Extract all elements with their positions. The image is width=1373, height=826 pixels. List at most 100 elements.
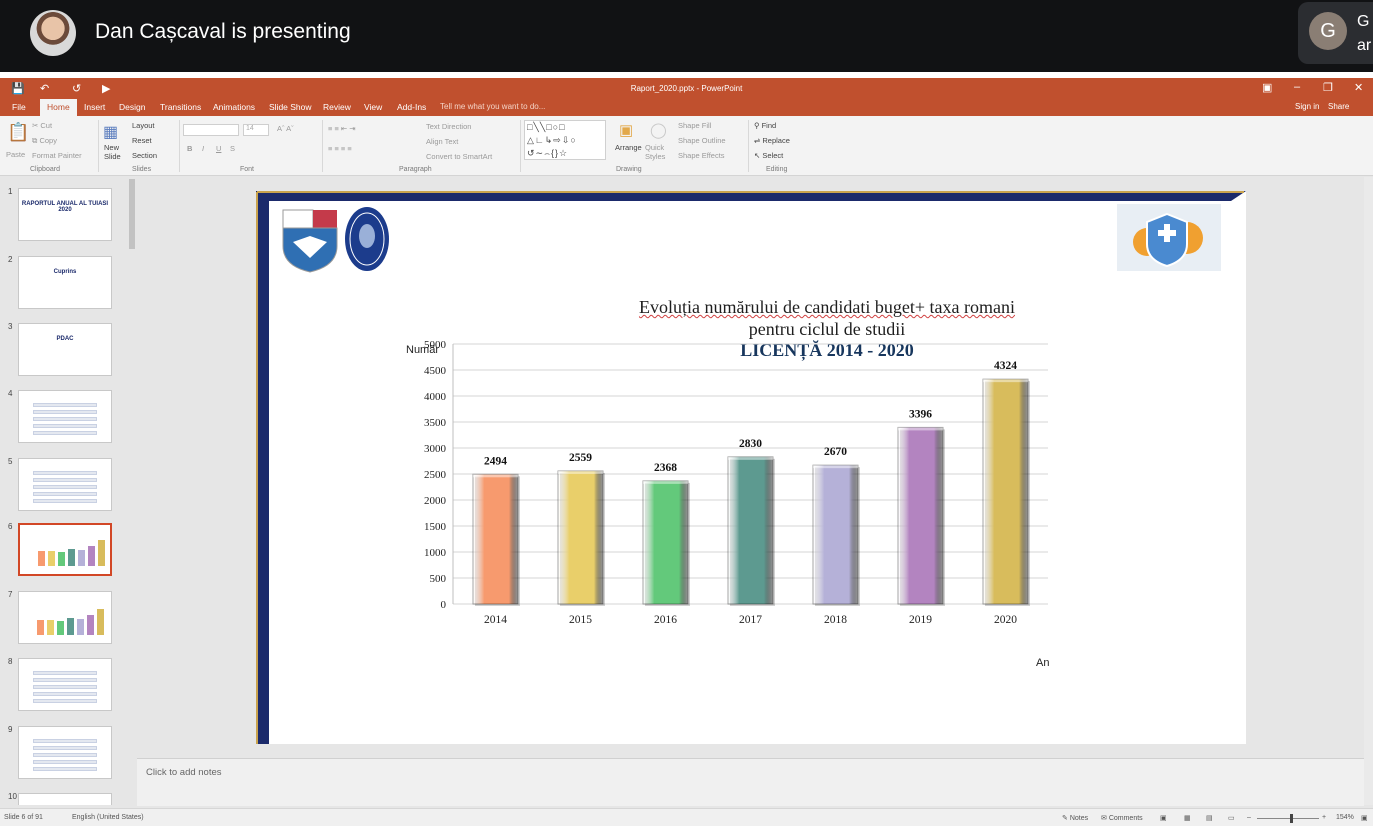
font-name-input[interactable] bbox=[183, 124, 239, 136]
bar-chart[interactable]: 0 500 1000 1500 2000 2500 3000 3500 4000 4500 5000… bbox=[256, 191, 1246, 744]
tab-home[interactable]: Home bbox=[40, 99, 77, 116]
align-text-button[interactable]: Align Text bbox=[426, 137, 458, 146]
normal-view-icon[interactable]: ▣ bbox=[1160, 814, 1167, 822]
slide-thumbnail-8[interactable] bbox=[18, 658, 112, 711]
slideshow-view-icon[interactable]: ▭ bbox=[1228, 814, 1235, 822]
shapes-gallery[interactable]: □╲╲□○□ △∟↳⇨⇩○ ↺∼⌢{}☆ bbox=[524, 120, 606, 160]
bar[interactable] bbox=[727, 456, 774, 605]
thumbnail-table-row bbox=[33, 417, 97, 421]
tab-add-ins[interactable]: Add-Ins bbox=[397, 102, 426, 112]
tab-insert[interactable]: Insert bbox=[84, 102, 105, 112]
thumbnail-table-row bbox=[33, 767, 97, 771]
separator bbox=[748, 120, 749, 172]
reset-button[interactable]: Reset bbox=[132, 136, 152, 145]
slide-thumbnail-5[interactable] bbox=[18, 458, 112, 511]
slide-thumbnail-7[interactable] bbox=[18, 591, 112, 644]
select-button[interactable]: ↖ Select bbox=[754, 151, 783, 160]
bar[interactable] bbox=[557, 470, 604, 605]
slide-thumbnail-3[interactable]: PDAC bbox=[18, 323, 112, 376]
thumbnail-table-row bbox=[33, 699, 97, 703]
cut-button[interactable]: ✂ Cut bbox=[32, 121, 52, 130]
scrollbar-thumb[interactable] bbox=[129, 179, 135, 249]
sign-in-link[interactable]: Sign in bbox=[1295, 102, 1319, 111]
format-painter-button[interactable]: Format Painter bbox=[32, 151, 82, 160]
bar[interactable] bbox=[642, 480, 689, 605]
thumbnail-table-row bbox=[33, 760, 97, 764]
zoom-slider-thumb[interactable] bbox=[1290, 814, 1293, 823]
replace-button[interactable]: ⇌ Replace bbox=[754, 136, 790, 145]
new-slide-button[interactable]: New Slide bbox=[104, 143, 128, 161]
section-button[interactable]: Section bbox=[132, 151, 157, 160]
slide-thumbnail-1[interactable]: RAPORTUL ANUAL AL TUIASI 2020 bbox=[18, 188, 112, 241]
tell-me-box[interactable]: Tell me what you want to do... bbox=[440, 102, 545, 111]
text-direction-button[interactable]: Text Direction bbox=[426, 122, 471, 131]
reading-view-icon[interactable]: ▤ bbox=[1206, 814, 1213, 822]
bar-bevel bbox=[473, 474, 518, 478]
underline-button[interactable]: U bbox=[216, 144, 221, 153]
slide-thumbnail-10[interactable] bbox=[18, 793, 112, 805]
ribbon-display-icon[interactable]: ▣ bbox=[1262, 81, 1272, 94]
paste-button[interactable]: Paste bbox=[6, 150, 25, 159]
editor-scrollbar[interactable] bbox=[1364, 177, 1373, 805]
slide-thumbnail-6[interactable] bbox=[18, 523, 112, 576]
restore-icon[interactable]: ❐ bbox=[1323, 81, 1333, 94]
tab-slide-show[interactable]: Slide Show bbox=[269, 102, 312, 112]
font-size-input[interactable]: 14 bbox=[243, 124, 269, 136]
thumbnails-scrollbar[interactable] bbox=[128, 177, 136, 805]
comments-toggle[interactable]: ✉ Comments bbox=[1101, 814, 1143, 822]
convert-smartart-button[interactable]: Convert to SmartArt bbox=[426, 152, 492, 161]
title-bar: 💾 ↶ ↺ ▶ Raport_2020.pptx - PowerPoint ▣ … bbox=[0, 78, 1373, 99]
bold-button[interactable]: B bbox=[187, 144, 192, 153]
slide-sorter-icon[interactable]: ▦ bbox=[1184, 814, 1191, 822]
find-button[interactable]: ⚲ Find bbox=[754, 121, 776, 130]
language-indicator[interactable]: English (United States) bbox=[72, 814, 144, 821]
italic-button[interactable]: I bbox=[202, 144, 204, 153]
bar[interactable] bbox=[812, 464, 859, 605]
status-bar: Slide 6 of 91 English (United States) ✎ … bbox=[0, 808, 1373, 826]
minimize-icon[interactable]: – bbox=[1294, 81, 1300, 93]
thumbnail-bar bbox=[38, 551, 45, 566]
slide-thumbnail-2[interactable]: Cuprins bbox=[18, 256, 112, 309]
fit-slide-icon[interactable]: ▣ bbox=[1361, 814, 1368, 822]
zoom-in-icon[interactable]: + bbox=[1322, 814, 1326, 821]
grow-font-icon[interactable]: Aˆ Aˇ bbox=[277, 124, 294, 133]
slide-thumbnail-4[interactable] bbox=[18, 390, 112, 443]
shape-outline-button[interactable]: Shape Outline bbox=[678, 136, 726, 145]
strikethrough-button[interactable]: S bbox=[230, 144, 235, 153]
thumbnail-number: 1 bbox=[8, 187, 13, 196]
y-tick-label: 3000 bbox=[424, 443, 447, 455]
bullets-icon[interactable]: ≡ ≡ ⇤ ⇥ bbox=[328, 124, 356, 133]
bar-bevel bbox=[898, 427, 943, 431]
quick-styles-button[interactable]: Quick Styles bbox=[645, 143, 673, 161]
align-icons[interactable]: ≡ ≡ ≡ ≡ bbox=[328, 144, 352, 153]
tab-animations[interactable]: Animations bbox=[213, 102, 255, 112]
notes-toggle[interactable]: ✎ Notes bbox=[1062, 814, 1088, 822]
tab-transitions[interactable]: Transitions bbox=[160, 102, 201, 112]
tab-view[interactable]: View bbox=[364, 102, 382, 112]
share-button[interactable]: Share bbox=[1328, 102, 1349, 111]
thumbnail-number: 6 bbox=[8, 522, 13, 531]
slide-canvas[interactable]: Evoluția numărului de candidati buget+ t… bbox=[256, 191, 1246, 744]
thumbnail-table-row bbox=[33, 499, 97, 503]
arrange-button[interactable]: Arrange bbox=[615, 143, 642, 152]
slide-thumbnail-9[interactable] bbox=[18, 726, 112, 779]
bar[interactable] bbox=[897, 426, 944, 605]
close-icon[interactable]: ✕ bbox=[1354, 81, 1363, 94]
bar[interactable] bbox=[982, 378, 1029, 605]
bar[interactable] bbox=[472, 473, 519, 605]
separator bbox=[98, 120, 99, 172]
copy-button[interactable]: ⧉ Copy bbox=[32, 136, 57, 146]
tab-design[interactable]: Design bbox=[119, 102, 145, 112]
zoom-level[interactable]: 154% bbox=[1336, 814, 1354, 821]
clipboard-group-label: Clipboard bbox=[30, 166, 60, 173]
zoom-slider-track[interactable] bbox=[1257, 818, 1319, 819]
shape-effects-button[interactable]: Shape Effects bbox=[678, 151, 725, 160]
tab-review[interactable]: Review bbox=[323, 102, 351, 112]
thumbnail-bar bbox=[88, 545, 95, 566]
zoom-out-icon[interactable]: – bbox=[1247, 814, 1251, 821]
shape-fill-button[interactable]: Shape Fill bbox=[678, 121, 711, 130]
y-tick-label: 0 bbox=[441, 599, 447, 611]
layout-button[interactable]: Layout bbox=[132, 121, 155, 130]
tab-file[interactable]: File bbox=[12, 102, 26, 112]
notes-pane[interactable]: Click to add notes bbox=[137, 758, 1364, 806]
